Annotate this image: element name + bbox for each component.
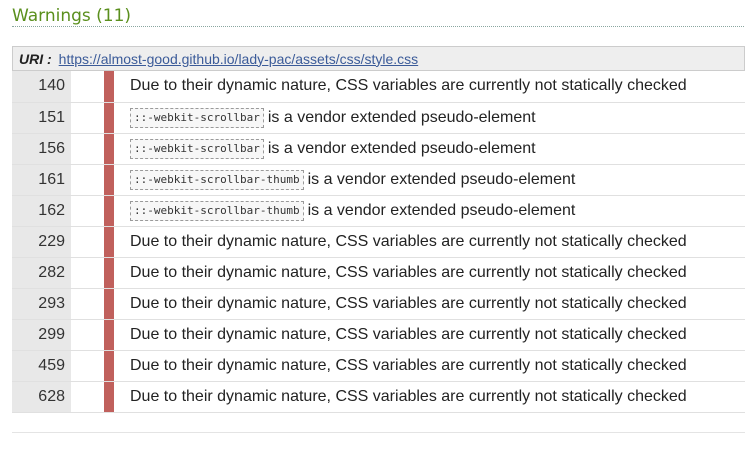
warning-message: Due to their dynamic nature, CSS variabl…	[114, 288, 745, 320]
warning-text: Due to their dynamic nature, CSS variabl…	[130, 294, 687, 312]
warning-indicator-bar	[104, 102, 114, 134]
warning-text: Due to their dynamic nature, CSS variabl…	[130, 356, 687, 374]
warning-message: ::-webkit-scrollbar is a vendor extended …	[114, 133, 745, 165]
warning-message: Due to their dynamic nature, CSS variabl…	[114, 319, 745, 351]
line-number[interactable]: 459	[12, 350, 71, 382]
warning-indicator-bar	[104, 257, 114, 289]
warnings-table: 140 Due to their dynamic nature, CSS vari…	[12, 71, 745, 413]
warning-text: Due to their dynamic nature, CSS variabl…	[130, 387, 687, 405]
warning-row: 628 Due to their dynamic nature, CSS vari…	[12, 381, 745, 413]
spacer-cell	[71, 71, 104, 103]
code-snippet: ::-webkit-scrollbar	[130, 138, 264, 159]
warning-text: is a vendor extended pseudo-element	[307, 201, 576, 219]
warning-text: Due to their dynamic nature, CSS variabl…	[130, 325, 687, 343]
warning-indicator-bar	[104, 71, 114, 103]
uri-label: URI :	[19, 50, 52, 67]
warning-message: Due to their dynamic nature, CSS variabl…	[114, 257, 745, 289]
warning-message: ::-webkit-scrollbar-thumb is a vendor ext…	[114, 195, 745, 227]
warning-row: 161::-webkit-scrollbar-thumb is a vendor …	[12, 164, 745, 196]
warning-indicator-bar	[104, 195, 114, 227]
warning-indicator-bar	[104, 319, 114, 351]
warnings-heading: Warnings (11)	[12, 6, 744, 27]
warning-text: Due to their dynamic nature, CSS variabl…	[130, 263, 687, 281]
line-number[interactable]: 293	[12, 288, 71, 320]
line-number[interactable]: 156	[12, 133, 71, 165]
spacer-cell	[71, 102, 104, 134]
spacer-cell	[71, 288, 104, 320]
warning-message: Due to their dynamic nature, CSS variabl…	[114, 71, 745, 103]
warning-text: is a vendor extended pseudo-element	[307, 170, 576, 188]
uri-bar: URI : https://almost-good.github.io/lady…	[12, 46, 745, 71]
warning-row: 229 Due to their dynamic nature, CSS vari…	[12, 226, 745, 258]
warning-row: 151::-webkit-scrollbar is a vendor extend…	[12, 102, 745, 134]
spacer-cell	[71, 133, 104, 165]
warning-message: Due to their dynamic nature, CSS variabl…	[114, 350, 745, 382]
warning-message: ::-webkit-scrollbar-thumb is a vendor ext…	[114, 164, 745, 196]
code-snippet: ::-webkit-scrollbar-thumb	[130, 169, 304, 190]
spacer-cell	[71, 350, 104, 382]
line-number[interactable]: 229	[12, 226, 71, 258]
line-number[interactable]: 628	[12, 381, 71, 413]
warning-indicator-bar	[104, 133, 114, 165]
warning-message: Due to their dynamic nature, CSS variabl…	[114, 226, 745, 258]
warning-row: 140 Due to their dynamic nature, CSS vari…	[12, 71, 745, 103]
warning-row: 282 Due to their dynamic nature, CSS vari…	[12, 257, 745, 289]
spacer-cell	[71, 381, 104, 413]
warning-indicator-bar	[104, 226, 114, 258]
line-number[interactable]: 299	[12, 319, 71, 351]
spacer-cell	[71, 319, 104, 351]
code-snippet: ::-webkit-scrollbar-thumb	[130, 200, 304, 221]
line-number[interactable]: 151	[12, 102, 71, 134]
spacer-cell	[71, 195, 104, 227]
warning-row: 459 Due to their dynamic nature, CSS vari…	[12, 350, 745, 382]
warning-text: Due to their dynamic nature, CSS variabl…	[130, 232, 687, 250]
warning-indicator-bar	[104, 350, 114, 382]
warning-row: 293 Due to their dynamic nature, CSS vari…	[12, 288, 745, 320]
code-snippet: ::-webkit-scrollbar	[130, 107, 264, 128]
warning-indicator-bar	[104, 288, 114, 320]
warning-text: is a vendor extended pseudo-element	[267, 108, 536, 126]
uri-link[interactable]: https://almost-good.github.io/lady-pac/a…	[59, 51, 419, 67]
spacer-cell	[71, 257, 104, 289]
warning-text: is a vendor extended pseudo-element	[267, 139, 536, 157]
warning-indicator-bar	[104, 164, 114, 196]
line-number[interactable]: 162	[12, 195, 71, 227]
warning-row: 156::-webkit-scrollbar is a vendor extend…	[12, 133, 745, 165]
spacer-cell	[71, 226, 104, 258]
divider	[12, 432, 745, 433]
warnings-panel: URI : https://almost-good.github.io/lady…	[12, 46, 745, 413]
warning-message: ::-webkit-scrollbar is a vendor extended …	[114, 102, 745, 134]
warning-message: Due to their dynamic nature, CSS variabl…	[114, 381, 745, 413]
warning-row: 162::-webkit-scrollbar-thumb is a vendor …	[12, 195, 745, 227]
line-number[interactable]: 161	[12, 164, 71, 196]
warning-indicator-bar	[104, 381, 114, 413]
spacer-cell	[71, 164, 104, 196]
line-number[interactable]: 282	[12, 257, 71, 289]
warning-text: Due to their dynamic nature, CSS variabl…	[130, 77, 687, 95]
warning-row: 299 Due to their dynamic nature, CSS vari…	[12, 319, 745, 351]
line-number[interactable]: 140	[12, 71, 71, 103]
